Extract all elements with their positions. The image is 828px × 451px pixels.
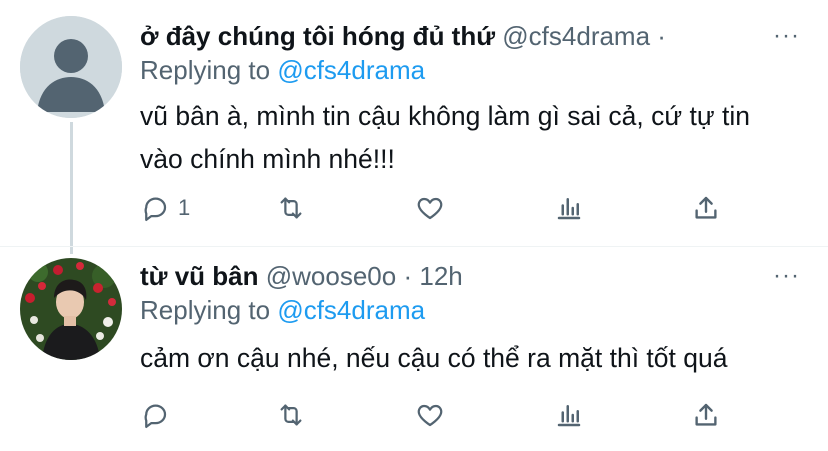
- tweet-actions: [140, 397, 740, 433]
- avatar[interactable]: [20, 258, 122, 360]
- reply-icon: [144, 404, 167, 428]
- share-icon: [695, 196, 717, 219]
- tweet-text: cảm ơn cậu nhé, nếu cậu có thể ra mặt th…: [140, 343, 728, 373]
- views-button[interactable]: [554, 190, 584, 226]
- tweet-1[interactable]: ở đây chúng tôi hóng đủ thứ @cfs4drama ·…: [0, 0, 828, 246]
- user-handle[interactable]: @woose0o: [266, 261, 396, 291]
- heart-icon: [417, 197, 443, 220]
- reply-icon: [144, 197, 167, 221]
- replying-to-label: Replying to: [140, 295, 278, 325]
- like-button[interactable]: [415, 397, 445, 433]
- share-icon: [695, 403, 717, 426]
- analytics-icon: [557, 198, 581, 220]
- user-handle[interactable]: @cfs4drama: [502, 21, 650, 51]
- separator-dot: ·: [403, 261, 413, 291]
- analytics-icon: [557, 405, 581, 427]
- replying-to: Replying to @cfs4drama: [140, 292, 425, 328]
- tweet-2[interactable]: từ vũ bân @woose0o · 12h ··· Replying to…: [0, 246, 828, 451]
- reply-count: 1: [178, 195, 191, 220]
- display-name[interactable]: từ vũ bân: [140, 261, 259, 291]
- tweet-text: vũ bân à, mình tin cậu không làm gì sai …: [140, 101, 750, 174]
- retweet-button[interactable]: [276, 397, 306, 433]
- replying-to-handle[interactable]: @cfs4drama: [277, 295, 425, 325]
- replying-to: Replying to @cfs4drama: [140, 52, 425, 88]
- share-button[interactable]: [691, 397, 721, 433]
- replying-to-label: Replying to: [140, 55, 278, 85]
- reply-button[interactable]: 1: [140, 190, 190, 226]
- reply-button[interactable]: [140, 397, 178, 433]
- retweet-icon: [280, 404, 302, 426]
- retweet-icon: [280, 197, 302, 219]
- like-button[interactable]: [415, 190, 445, 226]
- heart-icon: [417, 404, 443, 427]
- more-options-button[interactable]: ···: [773, 16, 800, 56]
- more-options-button[interactable]: ···: [773, 256, 800, 296]
- display-name[interactable]: ở đây chúng tôi hóng đủ thứ: [140, 21, 495, 51]
- share-button[interactable]: [691, 190, 721, 226]
- tweet-header: ở đây chúng tôi hóng đủ thứ @cfs4drama ·…: [140, 16, 808, 56]
- retweet-button[interactable]: [276, 190, 306, 226]
- separator-dot: ·: [657, 21, 666, 51]
- default-avatar-icon[interactable]: [20, 16, 122, 118]
- tweet-header: từ vũ bân @woose0o · 12h ···: [140, 256, 808, 296]
- replying-to-handle[interactable]: @cfs4drama: [277, 55, 425, 85]
- timestamp[interactable]: 12h: [419, 261, 462, 291]
- tweet-actions: 1: [140, 190, 740, 226]
- views-button[interactable]: [554, 397, 584, 433]
